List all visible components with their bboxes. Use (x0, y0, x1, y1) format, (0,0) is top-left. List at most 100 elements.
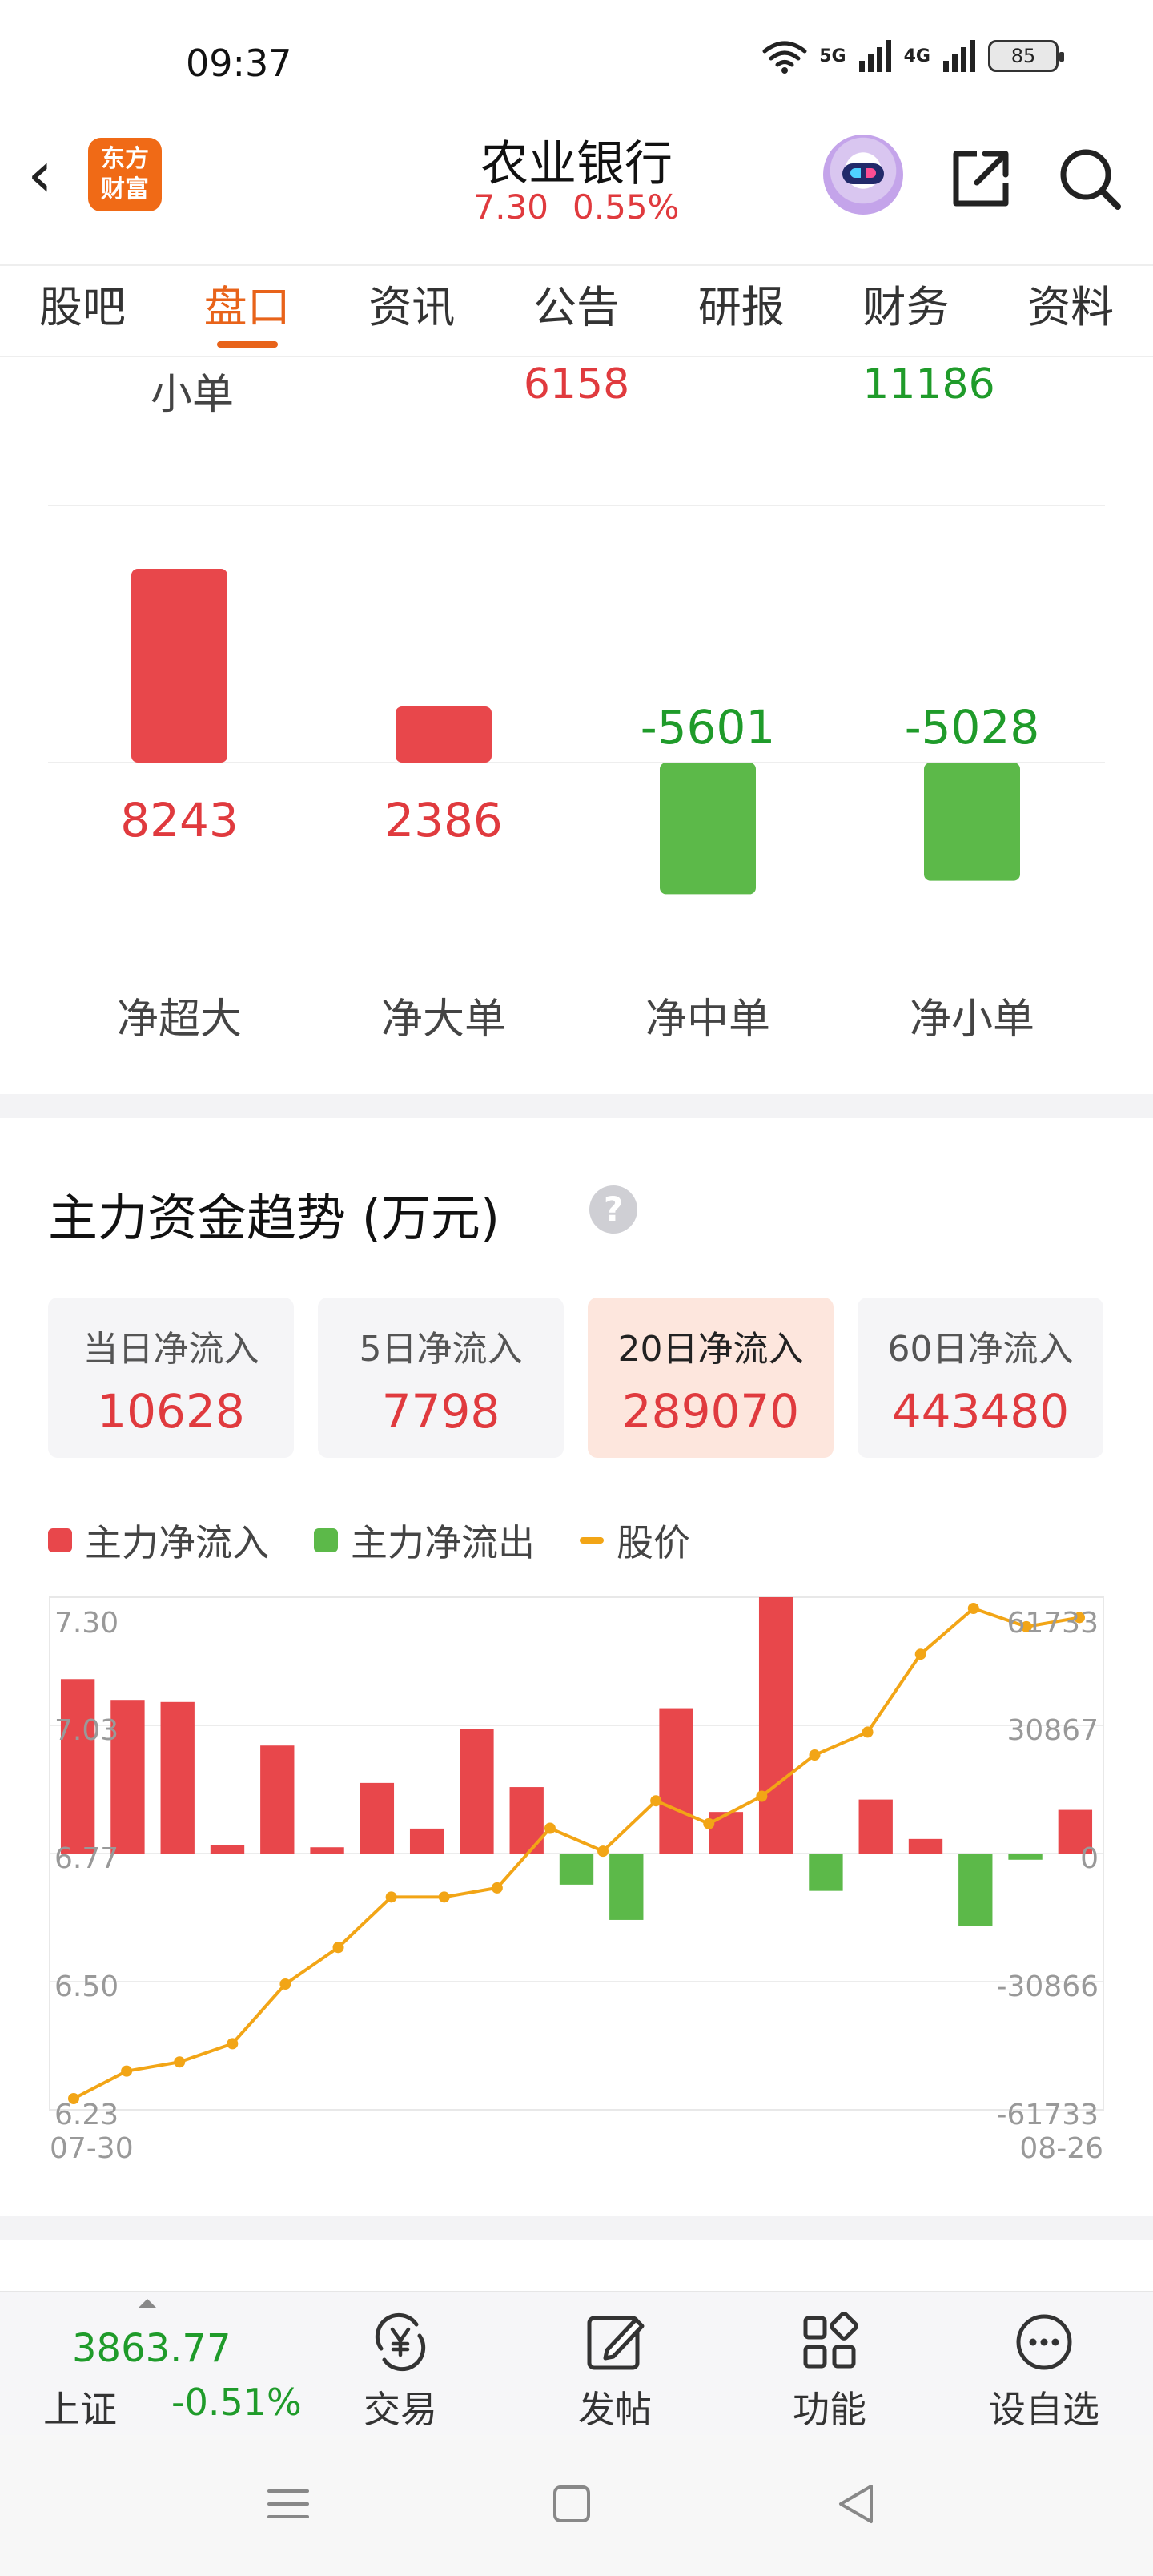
divider (48, 505, 1105, 506)
tab-guba[interactable]: 股吧 (0, 266, 165, 356)
net-flow-value-label: 8243 (120, 793, 239, 847)
net-flow-label: 净中单 (645, 996, 770, 1044)
right-axis-tick: -30866 (996, 1970, 1099, 2003)
flow-bar (758, 1597, 793, 1854)
right-axis-tick: 30867 (1006, 1714, 1099, 1747)
back-nav-icon[interactable] (833, 2480, 881, 2528)
flow-bar (858, 1799, 893, 1854)
left-axis-tick: 6.77 (54, 1842, 119, 1875)
flow-bar (908, 1838, 943, 1854)
tab-profile[interactable]: 资料 (988, 266, 1153, 356)
trade-button[interactable]: 交易 (320, 2308, 480, 2433)
system-nav-bar (0, 2435, 1153, 2576)
left-axis-tick: 7.30 (54, 1607, 119, 1640)
small-order-outflow: 11186 (862, 360, 995, 409)
stock-price: 7.30 (473, 187, 549, 227)
flow-bar (210, 1845, 245, 1854)
main-flow-svg: 7.30 7.03 6.77 6.50 6.23 61733 30867 0 -30866 -61… (49, 1596, 1104, 2165)
period-card-20d[interactable]: 20日净流入 289070 (588, 1298, 834, 1458)
price-point (967, 1603, 979, 1614)
price-point (227, 2038, 239, 2050)
index-name[interactable]: 上证 (43, 2381, 117, 2433)
tab-pankou[interactable]: 盘口 (165, 266, 330, 356)
left-axis-tick: 7.03 (54, 1714, 119, 1747)
home-icon[interactable] (548, 2480, 596, 2528)
bottom-toolbar: 3863.77 上证 -0.51% 交易 发帖 功能 设自选 (0, 2291, 1153, 2435)
period-card-60d[interactable]: 60日净流入 443480 (858, 1298, 1103, 1458)
flow-bar (460, 1729, 494, 1854)
grid-functions-icon (803, 2312, 858, 2369)
net-flow-bar (131, 569, 227, 763)
status-icons: 5G 4G 85 (761, 38, 1064, 74)
tab-bar: 股吧 盘口 资讯 公告 研报 财务 资料 (0, 264, 1153, 357)
help-icon[interactable]: ? (589, 1185, 637, 1234)
net-flow-label: 净大单 (380, 996, 506, 1044)
index-value[interactable]: 3863.77 (72, 2326, 231, 2371)
status-bar: 09:37 5G 4G 85 (0, 0, 1153, 120)
legend-item-outflow: 主力净流出 (314, 1514, 535, 1567)
right-axis-tick: 61733 (1006, 1607, 1099, 1640)
wifi-icon (762, 41, 807, 74)
legend-swatch (580, 1537, 604, 1544)
period-card-1d[interactable]: 当日净流入 10628 (48, 1298, 294, 1458)
post-button[interactable]: 发帖 (535, 2308, 695, 2433)
price-point (809, 1749, 821, 1761)
flow-bar (559, 1854, 594, 1885)
price-point (597, 1845, 609, 1858)
add-watchlist-button[interactable]: 设自选 (964, 2308, 1124, 2433)
flow-bar (260, 1745, 295, 1854)
legend-swatch (48, 1528, 72, 1552)
status-time: 09:37 (186, 42, 292, 85)
net-flow-label: 净超大 (116, 996, 242, 1044)
period-card-label: 60日净流入 (887, 1329, 1074, 1370)
stock-header: ‹ 东方 财富 农业银行 7.30 0.55% (0, 120, 1153, 248)
x-axis-start-label: 07-30 (50, 2132, 134, 2165)
right-axis-tick: -61733 (996, 2099, 1099, 2131)
tab-finance[interactable]: 财务 (824, 266, 989, 356)
stock-change-pct: 0.55% (572, 187, 680, 227)
period-card-label: 20日净流入 (617, 1329, 804, 1370)
net-flow-bar (660, 763, 756, 895)
flow-bar (409, 1828, 444, 1854)
small-order-row: 小单 6158 11186 (0, 357, 1153, 421)
price-point (438, 1891, 450, 1903)
price-point (121, 2065, 133, 2077)
more-dots-icon (1016, 2314, 1072, 2370)
main-flow-trend-chart: 7.30 7.03 6.77 6.50 6.23 61733 30867 0 -30866 -61… (0, 1586, 1153, 2179)
tab-announcements[interactable]: 公告 (494, 266, 659, 356)
expand-caret-icon[interactable] (138, 2299, 157, 2308)
net-flow-label: 净小单 (909, 996, 1034, 1044)
legend-swatch (314, 1528, 338, 1552)
price-point (703, 1817, 715, 1829)
tab-research[interactable]: 研报 (659, 266, 824, 356)
ai-assistant-icon[interactable] (823, 135, 903, 215)
period-card-value: 7798 (381, 1384, 500, 1439)
price-point (544, 1822, 556, 1834)
index-change[interactable]: -0.51% (171, 2381, 302, 2424)
price-point (650, 1795, 662, 1807)
flow-bar (809, 1854, 843, 1891)
small-order-label: 小单 (150, 371, 234, 419)
net-4g-label: 4G (903, 46, 930, 66)
flow-bar (709, 1812, 744, 1854)
flow-bar (958, 1854, 993, 1926)
tab-news[interactable]: 资讯 (329, 266, 494, 356)
menu-icon[interactable] (264, 2480, 312, 2528)
section-separator (0, 2216, 1153, 2240)
period-card-5d[interactable]: 5日净流入 7798 (318, 1298, 564, 1458)
period-cards: 当日净流入 10628 5日净流入 7798 20日净流入 289070 60日… (48, 1298, 1105, 1458)
functions-button[interactable]: 功能 (749, 2308, 910, 2433)
net-flow-value-label: 2386 (384, 793, 503, 847)
flow-bar (360, 1782, 395, 1854)
share-icon[interactable] (945, 143, 1017, 215)
signal-icon-2 (943, 40, 975, 72)
period-card-label: 5日净流入 (359, 1329, 523, 1370)
search-icon[interactable] (1054, 143, 1126, 215)
price-point (279, 1978, 291, 1990)
legend-item-price: 股价 (580, 1514, 690, 1567)
price-point (174, 2056, 186, 2068)
left-axis-tick: 6.50 (54, 1970, 119, 2003)
net-flow-bar (924, 763, 1020, 881)
flow-bar (1008, 1854, 1043, 1860)
price-point (914, 1648, 926, 1660)
